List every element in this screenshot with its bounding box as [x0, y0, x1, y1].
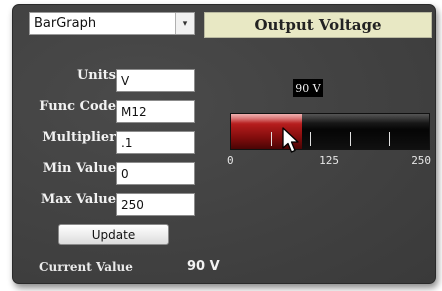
bar-graph-tick: [310, 132, 311, 146]
max-value-field[interactable]: [116, 193, 195, 216]
multiplier-label: Multiplier: [42, 130, 116, 145]
multiplier-field[interactable]: [116, 131, 195, 154]
current-value-label: Current Value: [39, 260, 133, 274]
mouse-pointer-icon: [282, 127, 299, 153]
scale-label-min: 0: [227, 154, 234, 167]
bar-graph-shine: [231, 114, 429, 123]
current-value-readout: 90 V: [187, 259, 220, 274]
bar-graph-tick: [350, 132, 351, 146]
func-code-label: Func Code: [39, 99, 116, 114]
max-value-label: Max Value: [40, 192, 116, 207]
display-title: Output Voltage: [204, 12, 432, 38]
bar-graph: [230, 113, 430, 150]
units-field[interactable]: [116, 69, 195, 92]
bar-graph-tick: [271, 132, 272, 146]
min-value-field[interactable]: [116, 162, 195, 185]
update-button[interactable]: Update: [58, 224, 169, 245]
dropdown-arrow-icon[interactable]: ▾: [175, 13, 194, 34]
units-label: Units: [76, 68, 116, 83]
min-value-label: Min Value: [42, 161, 116, 176]
scale-label-max: 250: [411, 154, 432, 167]
func-code-field[interactable]: [116, 100, 195, 123]
graph-type-select[interactable]: BarGraph ▾: [29, 12, 195, 35]
bar-graph-tick: [389, 132, 390, 146]
graph-type-selected: BarGraph: [34, 16, 97, 31]
value-badge: 90 V: [293, 79, 323, 97]
control-panel: BarGraph ▾ Output Voltage Units Func Cod…: [12, 4, 436, 284]
scale-label-mid: 125: [319, 154, 339, 167]
